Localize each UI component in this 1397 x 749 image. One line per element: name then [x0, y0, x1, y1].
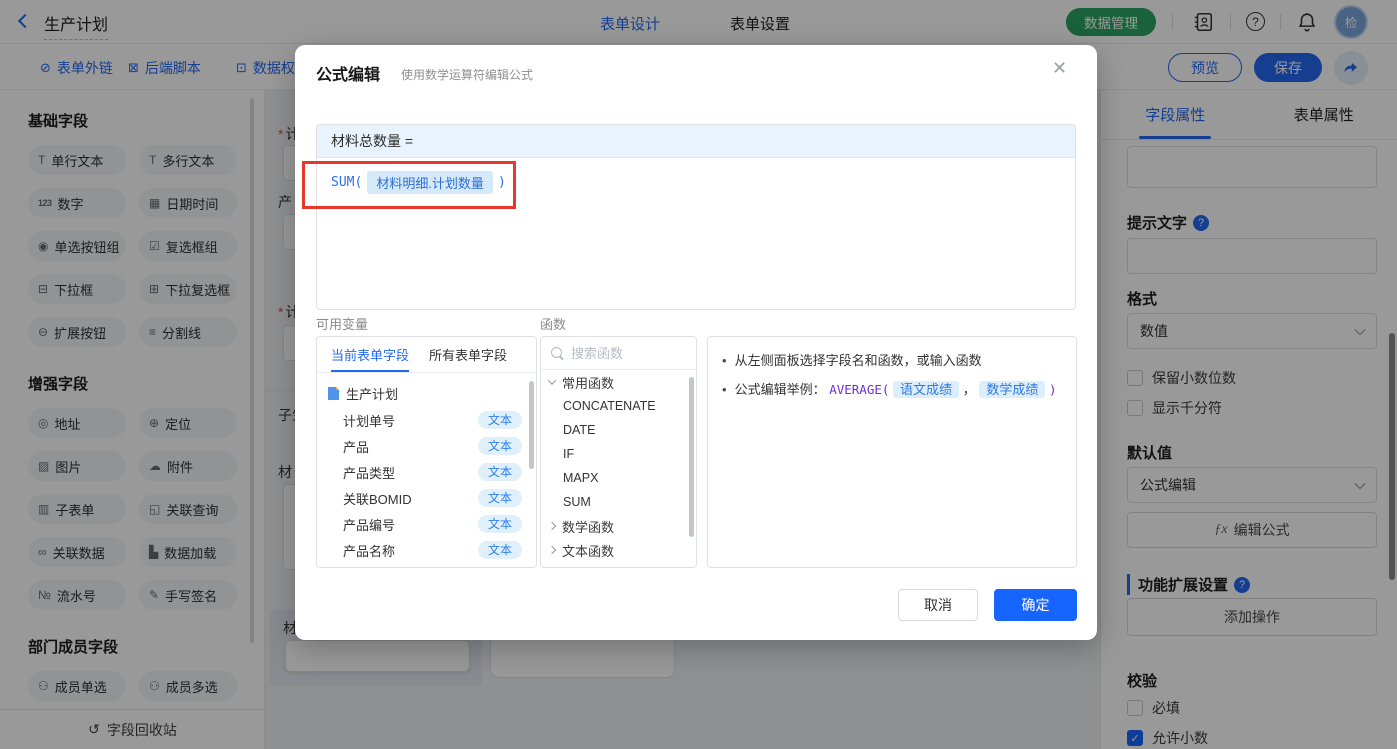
hint-text: 从左侧面板选择字段名和函数，或输入函数 — [734, 353, 982, 368]
function-search-input[interactable] — [571, 345, 671, 361]
variable-type-badge: 文本 — [477, 515, 522, 533]
variable-item[interactable]: 产品名称 文本 — [317, 537, 536, 563]
variable-type-badge: 文本 — [477, 437, 522, 455]
variable-item[interactable]: 计划单号 文本 — [317, 407, 536, 433]
variable-type-badge: 文本 — [477, 541, 522, 559]
tab-all-form-fields[interactable]: 所有表单字段 — [429, 337, 507, 372]
function-item[interactable]: SUM — [541, 490, 696, 514]
chevron-right-icon — [547, 521, 557, 531]
red-annotation-box — [302, 161, 516, 209]
function-group-label: 常用函数 — [562, 375, 615, 391]
hint-example-close: ) — [1048, 382, 1057, 397]
variable-item[interactable]: 产品编号 文本 — [317, 511, 536, 537]
variable-name: 产品 — [343, 439, 370, 455]
modal-subtitle: 使用数学运算符编辑公式 — [401, 68, 534, 82]
variable-item[interactable]: 关联BOMID 文本 — [317, 485, 536, 511]
cancel-button[interactable]: 取消 — [898, 589, 978, 621]
formula-target: 材料总数量 = — [317, 125, 1075, 158]
variable-name: 关联BOMID — [343, 491, 412, 507]
variable-name: 产品名称 — [343, 543, 396, 559]
function-item[interactable]: DATE — [541, 418, 696, 442]
hint-example-function: AVERAGE( — [829, 382, 890, 397]
hint-example-prefix: 公式编辑举例： — [734, 382, 826, 397]
hint-example-arg-pill[interactable]: 数学成绩 — [979, 381, 1046, 398]
hint-example-arg-pill[interactable]: 语文成绩 — [893, 381, 960, 398]
variables-label: 可用变量 — [316, 317, 369, 332]
function-item[interactable]: CONCATENATE — [541, 394, 696, 418]
tab-current-form-fields[interactable]: 当前表单字段 — [331, 337, 409, 372]
bullet-icon: • — [722, 353, 727, 368]
variables-root-label: 生产计划 — [346, 386, 399, 402]
function-group-label: 文本函数 — [562, 543, 615, 559]
variable-name: 产品编号 — [343, 517, 396, 533]
function-item[interactable]: IF — [541, 442, 696, 466]
bullet-icon: • — [722, 382, 727, 397]
variables-scrollbar[interactable] — [529, 381, 534, 469]
modal-title: 公式编辑 — [316, 67, 381, 84]
chevron-down-icon — [547, 376, 557, 385]
function-group-label: 数学函数 — [562, 519, 615, 535]
document-icon — [328, 386, 339, 400]
function-item[interactable]: MAPX — [541, 466, 696, 490]
hints-panel: • 从左侧面板选择字段名和函数，或输入函数 • 公式编辑举例： AVERAGE(… — [707, 336, 1077, 568]
variable-name: 产品类型 — [343, 465, 396, 481]
hint-example: 公式编辑举例： AVERAGE( 语文成绩 ， 数学成绩 ) — [735, 380, 1057, 400]
hint-example-separator: ， — [962, 382, 976, 397]
confirm-button[interactable]: 确定 — [994, 589, 1077, 621]
chevron-right-icon — [547, 545, 557, 555]
variable-item[interactable]: 产品 文本 — [317, 433, 536, 459]
hint-line-1: • 从左侧面板选择字段名和函数，或输入函数 — [722, 351, 1062, 371]
variables-tabs: 当前表单字段 所有表单字段 — [317, 337, 536, 373]
close-icon[interactable]: ✕ — [1052, 58, 1067, 79]
variable-name: 计划单号 — [343, 413, 396, 429]
functions-panel: 常用函数 CONCATENATE DATE IF MAPX SUM 数学函数 文… — [540, 336, 697, 568]
search-icon — [551, 346, 564, 360]
functions-label: 函数 — [540, 317, 567, 332]
variables-tree-root[interactable]: 生产计划 — [317, 379, 536, 407]
functions-scrollbar[interactable] — [689, 377, 694, 537]
variables-panel: 当前表单字段 所有表单字段 生产计划 计划单号 文本 产品 文本 产品类型 文本 关联… — [316, 336, 537, 568]
function-group-math[interactable]: 数学函数 — [541, 514, 696, 538]
variable-type-badge: 文本 — [477, 463, 522, 481]
formula-editor-modal: 公式编辑 使用数学运算符编辑公式 ✕ 材料总数量 = SUM( 材料明细.计划数… — [295, 45, 1097, 640]
variable-type-badge: 文本 — [477, 411, 522, 429]
function-group-common[interactable]: 常用函数 — [541, 370, 696, 394]
function-search[interactable] — [541, 337, 696, 370]
formula-editor-box[interactable]: 材料总数量 = SUM( 材料明细.计划数量 ) — [316, 124, 1076, 310]
variable-type-badge: 文本 — [477, 489, 522, 507]
function-group-text[interactable]: 文本函数 — [541, 538, 696, 562]
variable-item[interactable]: 产品类型 文本 — [317, 459, 536, 485]
hint-line-2: • 公式编辑举例： AVERAGE( 语文成绩 ， 数学成绩 ) — [722, 380, 1062, 400]
